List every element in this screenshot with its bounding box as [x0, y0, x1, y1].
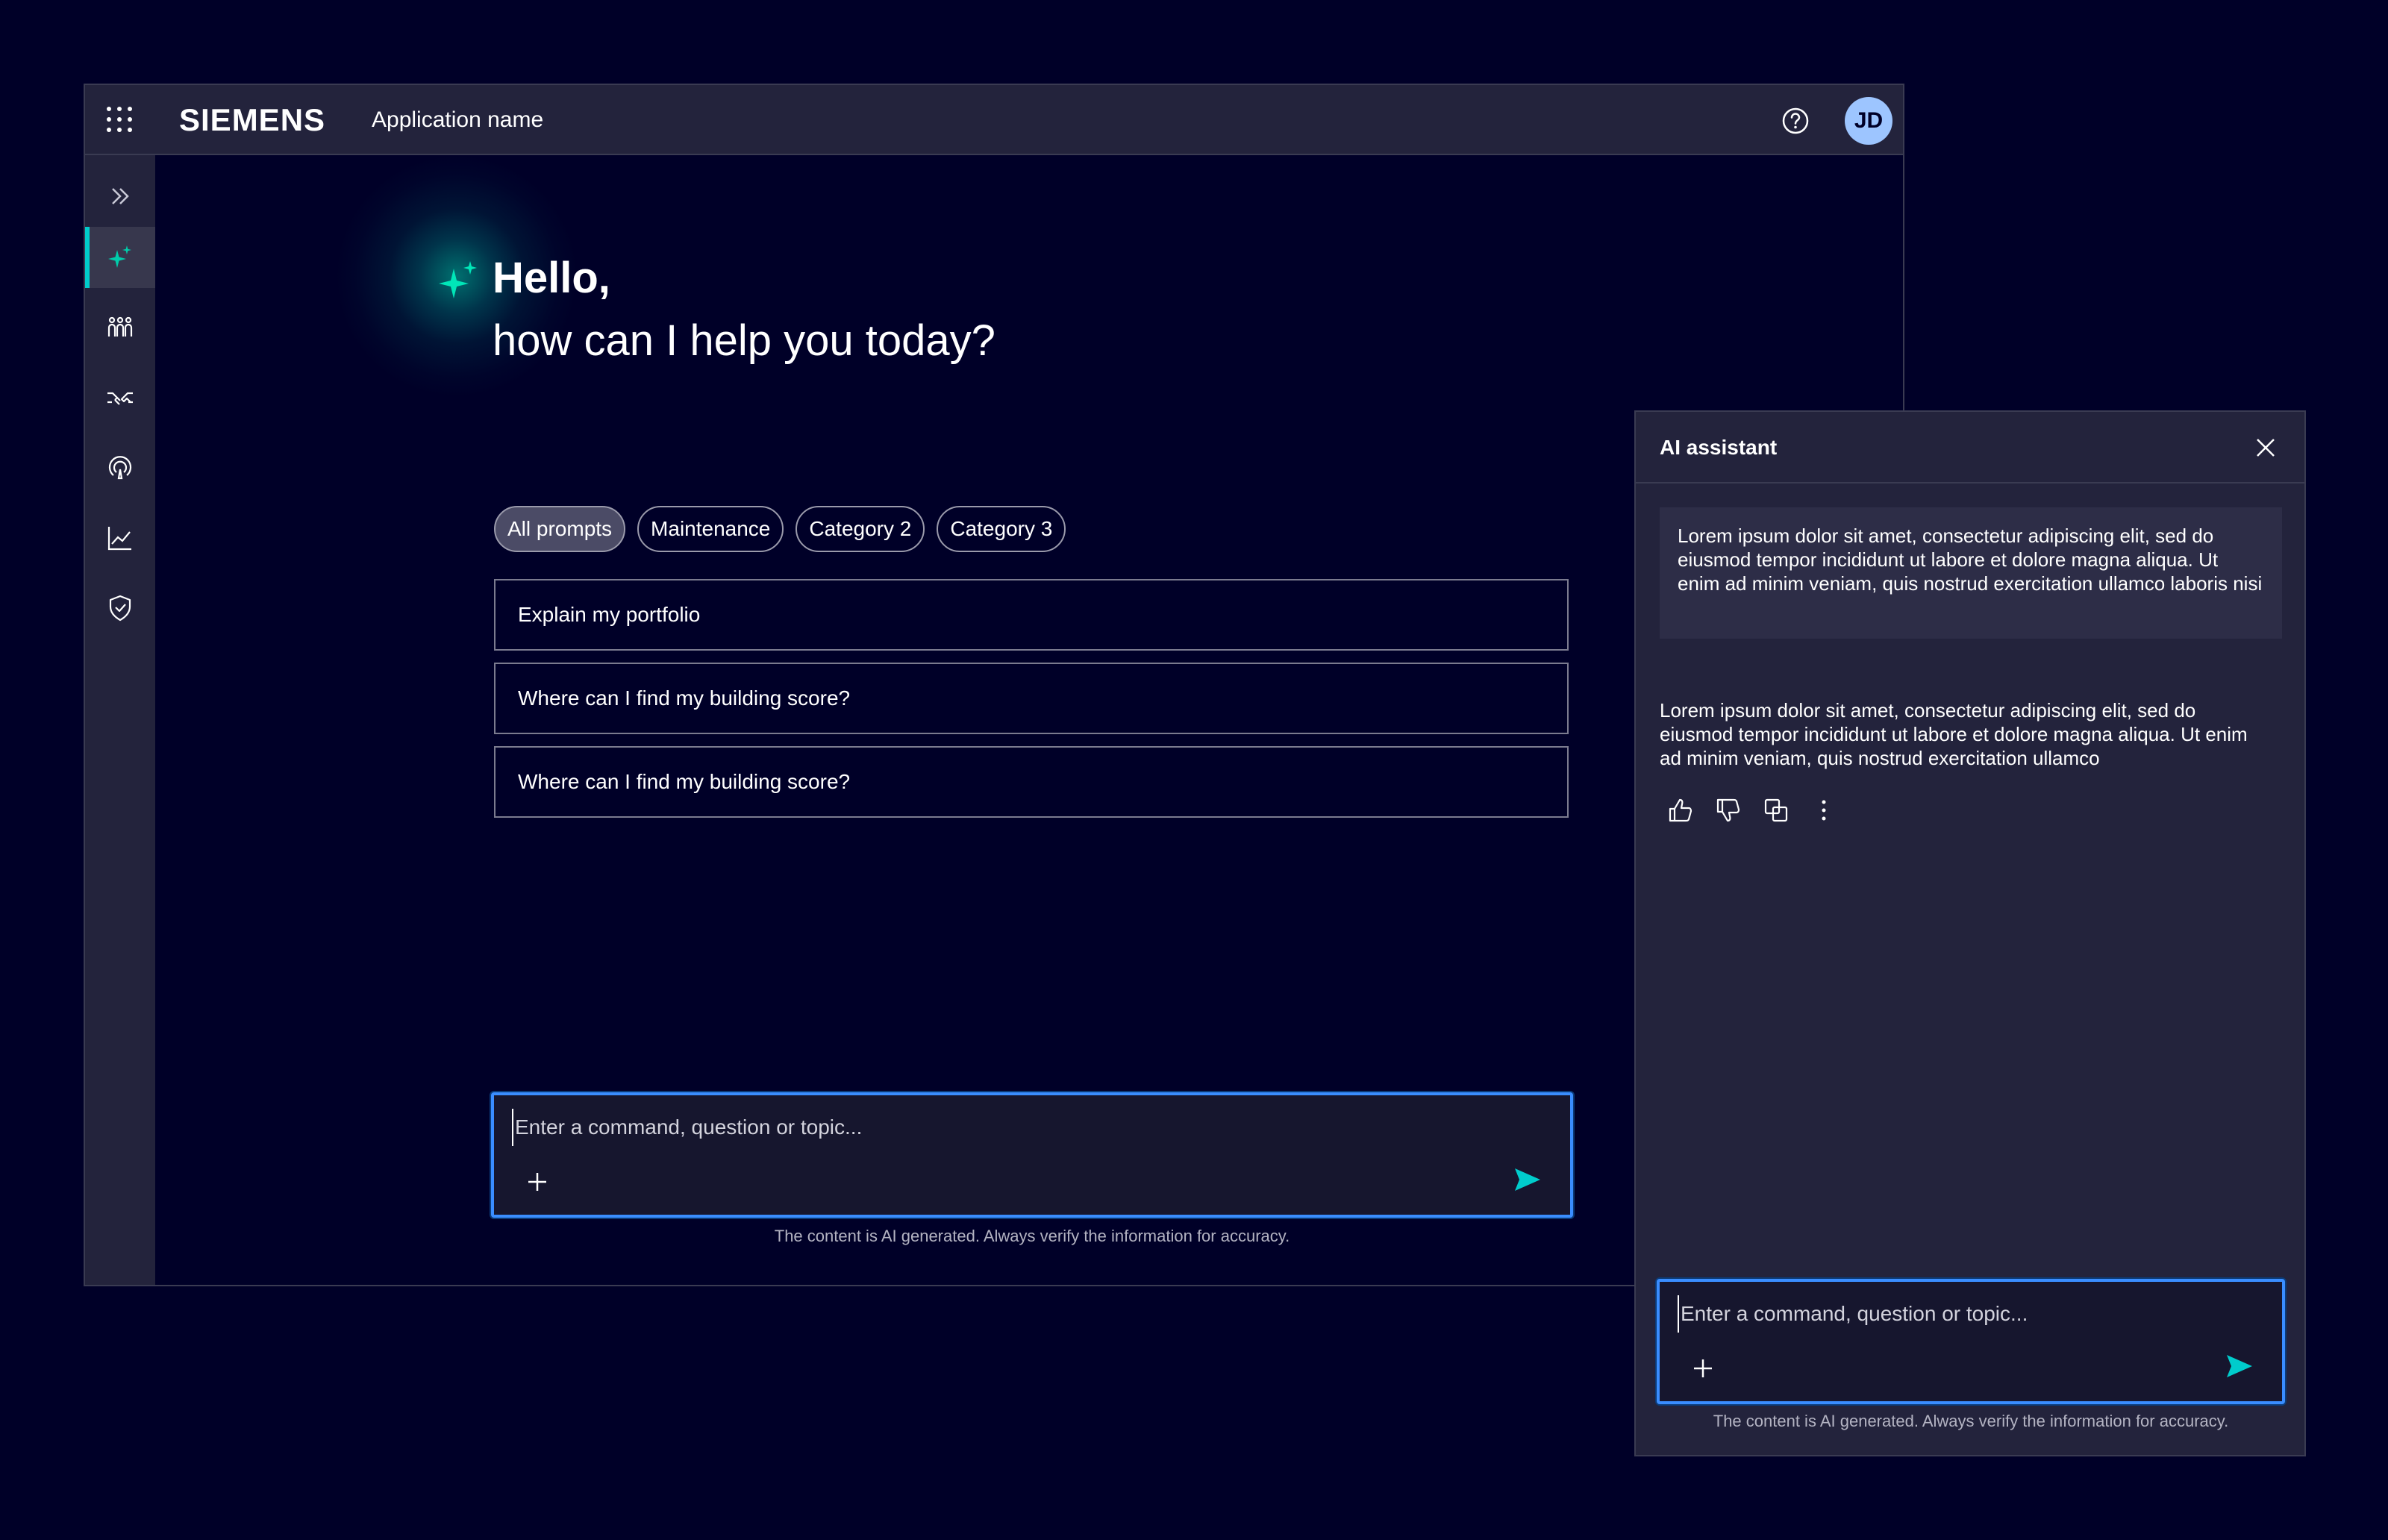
chat-input[interactable]	[512, 1109, 1552, 1146]
prompt-category-filter: All prompts Maintenance Category 2 Categ…	[494, 506, 1066, 552]
chat-composer	[491, 1092, 1573, 1218]
chip-all-prompts[interactable]: All prompts	[494, 506, 626, 552]
ai-panel-title: AI assistant	[1660, 436, 1778, 459]
sparkle-icon	[108, 245, 131, 268]
greeting-heading: Hello,	[493, 254, 610, 302]
shield-check-icon	[109, 595, 131, 622]
user-avatar[interactable]: JD	[1845, 97, 1892, 145]
greeting-subtitle: how can I help you today?	[493, 316, 995, 365]
signal-icon	[108, 456, 132, 480]
user-message: Lorem ipsum dolor sit amet, consectetur …	[1660, 507, 2282, 639]
ai-panel-header: AI assistant	[1636, 412, 2304, 483]
assistant-message: Lorem ipsum dolor sit amet, consectetur …	[1660, 699, 2248, 769]
send-button[interactable]	[1512, 1164, 1543, 1195]
thumbs-down-icon[interactable]	[1713, 795, 1743, 825]
app-header: SIEMENS Application name JD	[85, 85, 1903, 155]
app-name: Application name	[372, 107, 544, 132]
ai-assistant-panel: AI assistant Lorem ipsum dolor sit amet,…	[1634, 410, 2306, 1456]
suggested-prompt[interactable]: Explain my portfolio	[494, 579, 1569, 651]
send-button[interactable]	[2224, 1350, 2255, 1382]
ai-disclaimer: The content is AI generated. Always veri…	[774, 1227, 1290, 1245]
add-attachment-button[interactable]	[1688, 1353, 1718, 1383]
help-icon[interactable]	[1781, 106, 1810, 136]
chip-category-2[interactable]: Category 2	[796, 506, 925, 552]
sparkle-icon	[439, 261, 477, 298]
sidebar-item-podcast[interactable]	[85, 437, 155, 498]
ai-panel-composer	[1657, 1279, 2285, 1404]
add-attachment-button[interactable]	[522, 1167, 552, 1197]
sidebar	[85, 155, 155, 1285]
thumbs-up-icon[interactable]	[1666, 795, 1695, 825]
copy-icon[interactable]	[1761, 795, 1791, 825]
group-icon	[107, 316, 133, 337]
handshake-icon	[107, 392, 133, 405]
chevrons-right-icon	[112, 188, 129, 204]
sidebar-expand-toggle[interactable]	[85, 166, 155, 227]
suggested-prompt[interactable]: Where can I find my building score?	[494, 746, 1569, 818]
chip-category-3[interactable]: Category 3	[937, 506, 1066, 552]
more-options-icon[interactable]	[1809, 795, 1839, 825]
sidebar-item-analytics[interactable]	[85, 507, 155, 569]
sidebar-item-handshake[interactable]	[85, 367, 155, 428]
sidebar-item-security[interactable]	[85, 578, 155, 639]
chip-maintenance[interactable]: Maintenance	[637, 506, 784, 552]
app-switcher-icon[interactable]	[104, 104, 134, 134]
brand-logo: SIEMENS	[179, 102, 326, 137]
ai-panel-disclaimer: The content is AI generated. Always veri…	[1713, 1412, 2229, 1430]
message-actions	[1666, 795, 1839, 825]
line-chart-icon	[107, 527, 131, 551]
main-window: SIEMENS Application name JD Hello, how c…	[84, 84, 1904, 1286]
close-icon[interactable]	[2251, 433, 2281, 463]
sidebar-item-people[interactable]	[85, 297, 155, 358]
sidebar-item-ai[interactable]	[85, 227, 155, 288]
suggested-prompt[interactable]: Where can I find my building score?	[494, 663, 1569, 734]
ai-panel-input[interactable]	[1678, 1295, 2264, 1333]
